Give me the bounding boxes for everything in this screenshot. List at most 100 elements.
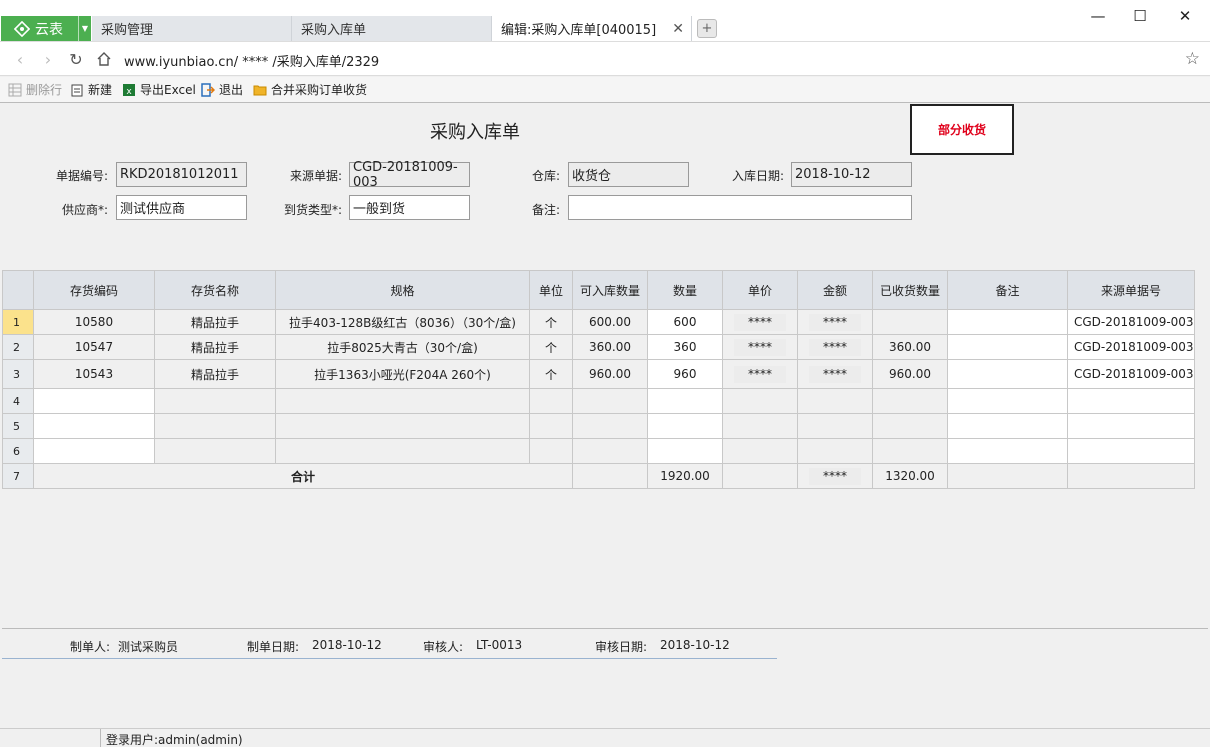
unit-cell[interactable]: 个: [529, 359, 573, 389]
remark-cell[interactable]: [947, 309, 1068, 335]
column-header[interactable]: 存货名称: [154, 270, 276, 310]
empty-cell[interactable]: [1067, 438, 1195, 464]
row-number[interactable]: 7: [2, 463, 34, 489]
unit-cell[interactable]: 个: [529, 334, 573, 360]
forward-icon[interactable]: ›: [38, 49, 58, 69]
unit-price-cell[interactable]: ****: [722, 359, 798, 389]
exit-button[interactable]: 退出: [201, 81, 243, 98]
remark-cell[interactable]: [947, 334, 1068, 360]
doc-no-field[interactable]: RKD20181012011: [116, 162, 247, 187]
close-window-button[interactable]: ✕: [1165, 4, 1205, 28]
empty-cell[interactable]: [722, 438, 798, 464]
column-header[interactable]: 已收货数量: [872, 270, 948, 310]
empty-cell[interactable]: [33, 413, 155, 439]
qty-cell[interactable]: 600: [647, 309, 723, 335]
column-header[interactable]: 来源单据号: [1067, 270, 1195, 310]
empty-cell[interactable]: [647, 438, 723, 464]
empty-cell[interactable]: [529, 388, 573, 414]
new-button[interactable]: 新建: [70, 81, 112, 98]
delete-row-button[interactable]: 删除行: [8, 81, 62, 98]
received-qty-cell[interactable]: [872, 309, 948, 335]
bookmark-star-icon[interactable]: ☆: [1185, 49, 1200, 69]
receipt-date-field[interactable]: 2018-10-12: [791, 162, 912, 187]
column-header[interactable]: 单位: [529, 270, 573, 310]
empty-cell[interactable]: [275, 388, 530, 414]
item-name-cell[interactable]: 精品拉手: [154, 359, 276, 389]
export-excel-button[interactable]: x 导出Excel: [122, 81, 196, 98]
remark-cell[interactable]: [947, 359, 1068, 389]
empty-cell[interactable]: [154, 438, 276, 464]
row-number[interactable]: 5: [2, 413, 34, 439]
empty-cell[interactable]: [647, 413, 723, 439]
column-header[interactable]: 存货编码: [33, 270, 155, 310]
empty-cell[interactable]: [947, 413, 1068, 439]
column-header[interactable]: 金额: [797, 270, 873, 310]
source-doc-field[interactable]: CGD-20181009-003: [349, 160, 470, 190]
merge-order-receive-button[interactable]: 合并采购订单收货: [253, 81, 367, 98]
available-qty-cell[interactable]: 600.00: [572, 309, 648, 335]
spec-cell[interactable]: 拉手8025大青古（30个/盒): [275, 334, 530, 360]
warehouse-field[interactable]: 收货仓: [568, 162, 689, 187]
row-number[interactable]: 4: [2, 388, 34, 414]
table-row[interactable]: 3 10543 精品拉手 拉手1363小哑光(F204A 260个) 个 960.00 96…: [2, 359, 1195, 389]
available-qty-cell[interactable]: 960.00: [572, 359, 648, 389]
item-code-cell[interactable]: 10547: [33, 334, 155, 360]
empty-cell[interactable]: [33, 388, 155, 414]
empty-cell[interactable]: [872, 413, 948, 439]
empty-cell[interactable]: [572, 388, 648, 414]
item-code-cell[interactable]: 10580: [33, 309, 155, 335]
minimize-button[interactable]: —: [1078, 4, 1118, 28]
item-name-cell[interactable]: 精品拉手: [154, 309, 276, 335]
empty-cell[interactable]: [722, 413, 798, 439]
qty-cell[interactable]: 360: [647, 334, 723, 360]
row-number[interactable]: 3: [2, 359, 34, 389]
column-header[interactable]: 数量: [647, 270, 723, 310]
empty-cell[interactable]: [872, 438, 948, 464]
row-number[interactable]: 6: [2, 438, 34, 464]
empty-cell[interactable]: [647, 388, 723, 414]
empty-cell[interactable]: [872, 388, 948, 414]
empty-cell[interactable]: [275, 413, 530, 439]
table-row[interactable]: 2 10547 精品拉手 拉手8025大青古（30个/盒) 个 360.00 360 ****…: [2, 334, 1195, 360]
back-icon[interactable]: ‹: [10, 49, 30, 69]
tab-edit-receipt[interactable]: 编辑:采购入库单[040015] ✕: [492, 16, 692, 41]
source-doc-no-cell[interactable]: CGD-20181009-003: [1067, 334, 1195, 360]
row-number[interactable]: 1: [2, 309, 34, 335]
unit-price-cell[interactable]: ****: [722, 309, 798, 335]
empty-cell[interactable]: [154, 388, 276, 414]
tab-purchase-receipt[interactable]: 采购入库单: [292, 16, 492, 41]
home-icon[interactable]: [94, 49, 114, 69]
empty-cell[interactable]: [572, 438, 648, 464]
remark-field[interactable]: [568, 195, 912, 220]
arrival-type-field[interactable]: 一般到货: [349, 195, 470, 220]
empty-cell[interactable]: [529, 438, 573, 464]
source-doc-no-cell[interactable]: CGD-20181009-003: [1067, 309, 1195, 335]
app-menu-caret-icon[interactable]: ▼: [78, 16, 91, 41]
tab-purchase-management[interactable]: 采购管理: [92, 16, 292, 41]
source-doc-no-cell[interactable]: CGD-20181009-003: [1067, 359, 1195, 389]
unit-price-cell[interactable]: ****: [722, 334, 798, 360]
received-qty-cell[interactable]: 360.00: [872, 334, 948, 360]
empty-cell[interactable]: [797, 438, 873, 464]
empty-cell[interactable]: [1067, 413, 1195, 439]
supplier-field[interactable]: 测试供应商: [116, 195, 247, 220]
empty-cell[interactable]: [529, 413, 573, 439]
new-tab-button[interactable]: +: [697, 19, 717, 38]
amount-cell[interactable]: ****: [797, 334, 873, 360]
maximize-button[interactable]: ☐: [1120, 4, 1160, 28]
column-header[interactable]: 单价: [722, 270, 798, 310]
empty-cell[interactable]: [947, 438, 1068, 464]
amount-cell[interactable]: ****: [797, 359, 873, 389]
item-name-cell[interactable]: 精品拉手: [154, 334, 276, 360]
empty-cell[interactable]: [33, 438, 155, 464]
column-header[interactable]: 备注: [947, 270, 1068, 310]
row-number[interactable]: 2: [2, 334, 34, 360]
available-qty-cell[interactable]: 360.00: [572, 334, 648, 360]
table-row[interactable]: 1 10580 精品拉手 拉手403-128B级红古（8036）（30个/盒) 个 600…: [2, 309, 1195, 335]
unit-cell[interactable]: 个: [529, 309, 573, 335]
empty-cell[interactable]: [154, 413, 276, 439]
column-header[interactable]: 可入库数量: [572, 270, 648, 310]
empty-cell[interactable]: [1067, 388, 1195, 414]
spec-cell[interactable]: 拉手403-128B级红古（8036）（30个/盒): [275, 309, 530, 335]
amount-cell[interactable]: ****: [797, 309, 873, 335]
